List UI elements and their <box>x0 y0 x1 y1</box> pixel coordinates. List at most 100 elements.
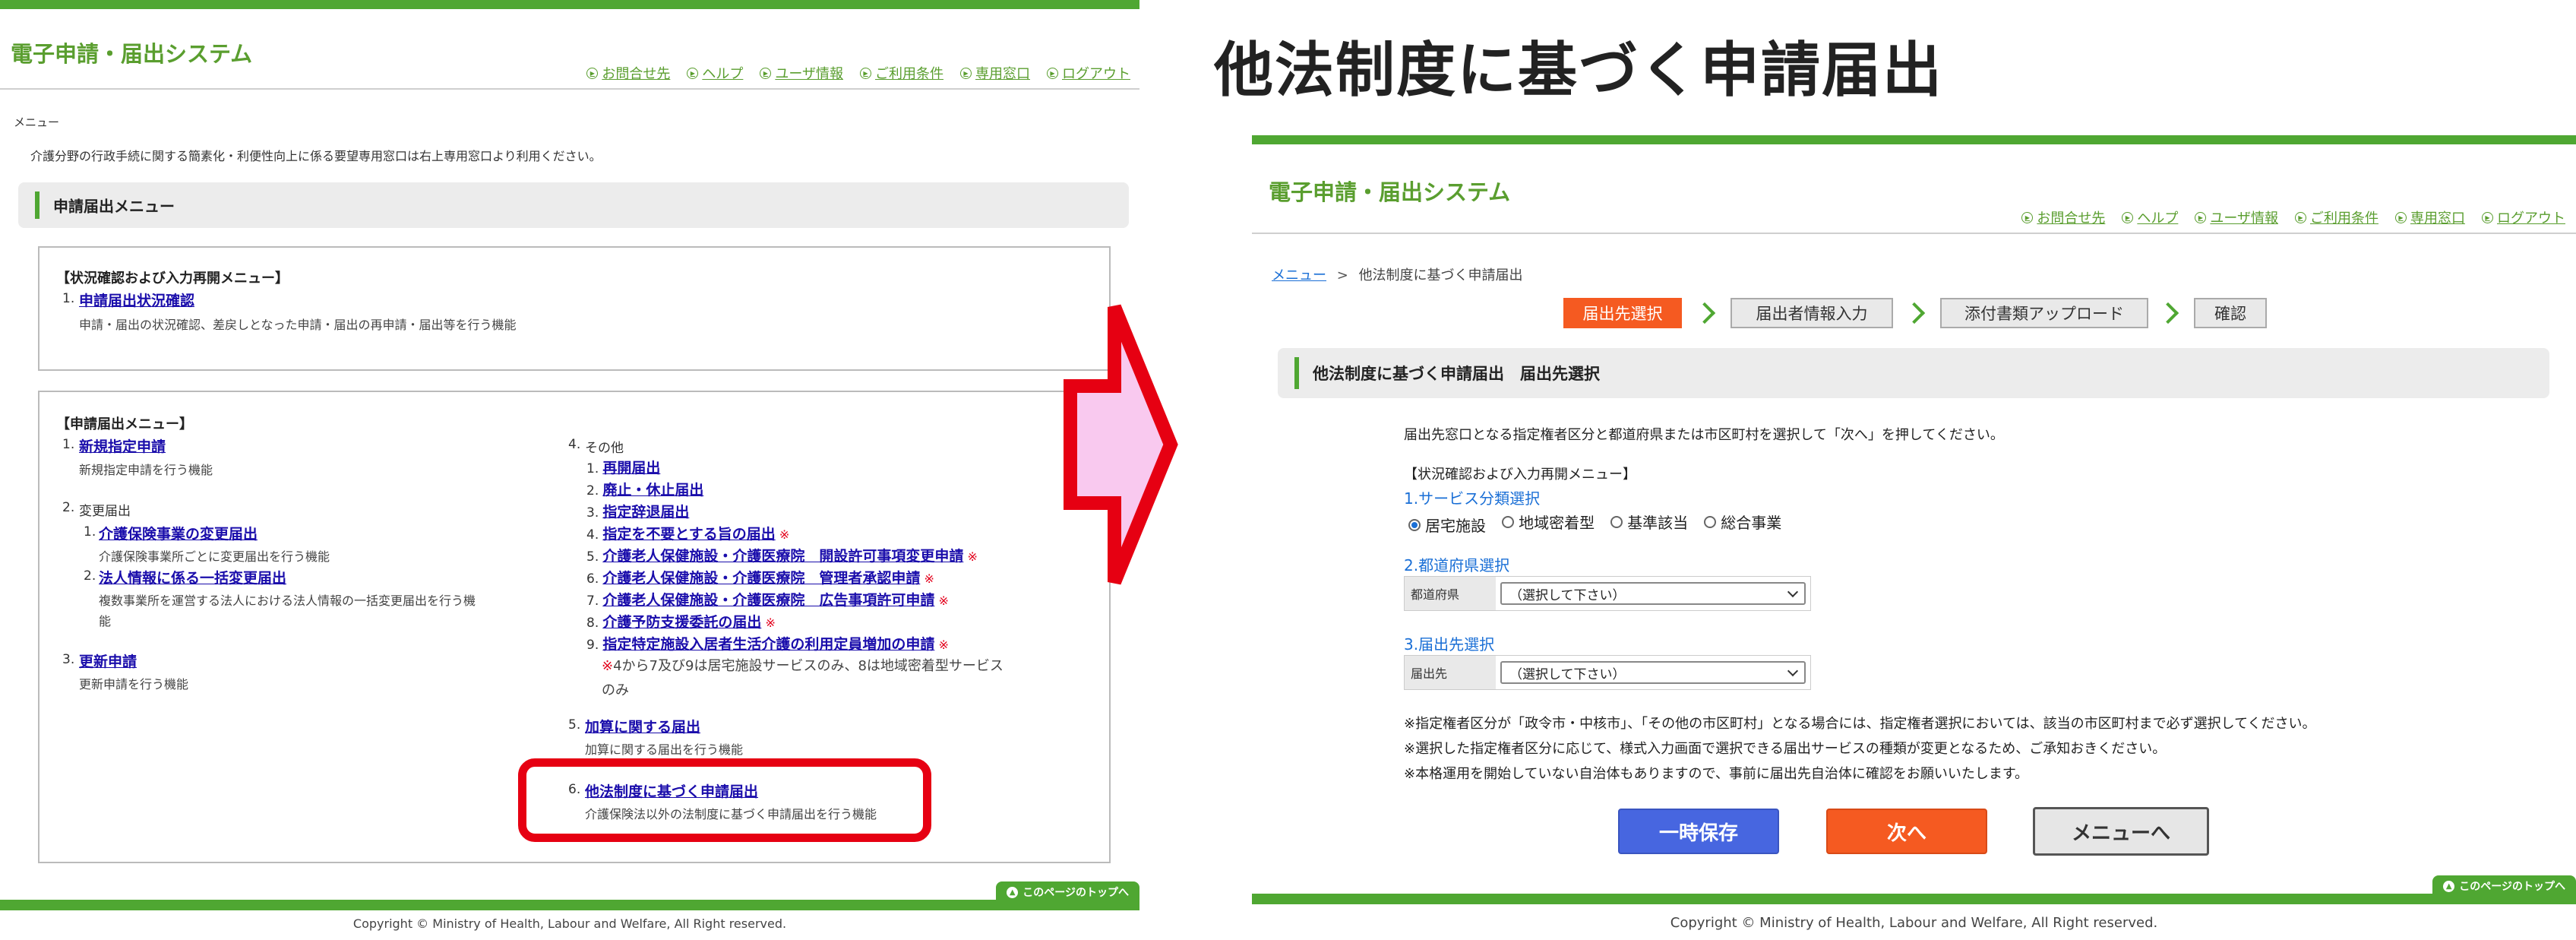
other-item: 8. 介護予防支援委託の届出 ※ <box>586 614 776 631</box>
temporary-save-button[interactable]: 一時保存 <box>1618 809 1779 854</box>
arrow-circle-icon: ▶ <box>687 67 699 79</box>
link-manager-approval[interactable]: 介護老人保健施設・介護医療院 管理者承認申請 <box>602 570 920 587</box>
link-renewal[interactable]: 更新申請 <box>79 650 137 671</box>
other-item: 7. 介護老人保健施設・介護医療院 広告事項許可申請 ※ <box>586 592 949 609</box>
link-capacity-increase[interactable]: 指定特定施設入居者生活介護の利用定員増加の申請 <box>602 636 934 653</box>
notice-text: 介護分野の行政手続に関する簡素化・利便性向上に係る要望専用窓口は右上専用窓口より… <box>30 149 602 163</box>
other-item: 2. 廃止・休止届出 <box>586 482 704 498</box>
prefecture-row: 都道府県 （選択して下さい） <box>1404 576 1811 611</box>
arrow-circle-icon: ▶ <box>2195 211 2207 223</box>
top-green-bar <box>0 0 1139 9</box>
step-attachment-upload: 添付書類アップロード <box>1940 298 2148 328</box>
top-link-dedicated-window[interactable]: ▶ 専用窓口 <box>2395 207 2465 227</box>
up-arrow-icon: ▲ <box>2443 880 2455 892</box>
footer-bar <box>0 900 1139 910</box>
top-link-help[interactable]: ▶ ヘルプ <box>687 63 743 83</box>
left-screen: 電子申請・届出システム ▶ お問合せ先 ▶ ヘルプ ▶ ユーザ情報 ▶ ご利用条件 ▶ 専… <box>0 0 1139 940</box>
step-destination-select: 届出先選択 <box>1563 298 1682 328</box>
system-title: 電子申請・届出システム <box>1269 179 1511 205</box>
service-category-label: 1.サービス分類選択 <box>1404 489 1541 508</box>
header-divider <box>0 88 1139 90</box>
radio-community-based[interactable]: 地域密着型 <box>1502 511 1595 533</box>
link-bulk-corporate-change[interactable]: 法人情報に係る一括変更届出 <box>99 567 286 587</box>
service-category-radios: 居宅施設 地域密着型 基準該当 総合事業 <box>1408 511 1794 536</box>
arrow-circle-icon: ▶ <box>586 67 599 79</box>
top-link-logout[interactable]: ▶ ログアウト <box>2482 207 2565 227</box>
link-change-notification[interactable]: 介護保険事業の変更届出 <box>99 523 258 543</box>
status-menu-box: 【状況確認および入力再開メニュー】 1. 申請届出状況確認 申請・届出の状況確認… <box>38 246 1111 371</box>
status-item-desc: 申請・届出の状況確認、差戻しとなった申請・届出の再申請・届出等を行う機能 <box>79 318 517 332</box>
top-link-dedicated-window[interactable]: ▶ 専用窓口 <box>960 63 1030 83</box>
prefecture-field-label: 都道府県 <box>1405 577 1496 610</box>
top-links: ▶ お問合せ先 ▶ ヘルプ ▶ ユーザ情報 ▶ ご利用条件 ▶ 専用窓口 ▶ ログアウト <box>586 63 1130 83</box>
arrow-circle-icon: ▶ <box>2122 211 2134 223</box>
arrow-circle-icon: ▶ <box>2482 211 2493 223</box>
other-item: 4. 指定を不要とする旨の届出 ※ <box>586 526 790 543</box>
other-note: ※4から7及び9は居宅施設サービスのみ、8は地域密着型サービス <box>602 658 1004 674</box>
status-box-heading: 【状況確認および入力再開メニュー】 <box>56 271 289 286</box>
status-heading: 【状況確認および入力再開メニュー】 <box>1404 467 1636 483</box>
arrow-circle-icon: ▶ <box>760 67 772 79</box>
radio-comprehensive-project[interactable]: 総合事業 <box>1704 511 1781 533</box>
top-link-terms[interactable]: ▶ ご利用条件 <box>2295 207 2378 227</box>
destination-select[interactable]: （選択して下さい） <box>1500 661 1806 684</box>
link-resume[interactable]: 再開届出 <box>602 460 660 476</box>
transition-arrow-icon <box>1064 304 1178 585</box>
other-heading: その他 <box>585 441 624 456</box>
breadcrumb-menu-link[interactable]: メニュー <box>1272 267 1326 283</box>
up-arrow-icon: ▲ <box>1007 886 1019 898</box>
radio-standard-applicable[interactable]: 基準該当 <box>1610 511 1688 533</box>
notes: ※指定権者区分が「政令市・中核市」、「その他の市区町村」となる場合には、指定権者… <box>1404 711 2316 786</box>
other-item: 6. 介護老人保健施設・介護医療院 管理者承認申請 ※ <box>586 570 934 587</box>
section-title-bar: 申請届出メニュー <box>18 182 1129 228</box>
top-link-contact[interactable]: ▶ お問合せ先 <box>586 63 670 83</box>
destination-label: 3.届出先選択 <box>1404 635 1495 654</box>
note-line: ※選択した指定権者区分に応じて、様式入力画面で選択できる届出サービスの種類が変更… <box>1404 741 2167 757</box>
top-links: ▶ お問合せ先 ▶ ヘルプ ▶ ユーザ情報 ▶ ご利用条件 ▶ 専用窓口 ▶ ログアウト <box>2021 207 2565 227</box>
link-application-status[interactable]: 申請届出状況確認 <box>79 290 194 310</box>
top-link-terms[interactable]: ▶ ご利用条件 <box>860 63 943 83</box>
link-facility-change[interactable]: 介護老人保健施設・介護医療院 開設許可事項変更申請 <box>602 548 963 565</box>
other-list: 1. 再開届出 2. 廃止・休止届出 3. 指定辞退届出 4. 指定を不要とする… <box>586 457 1004 699</box>
prefecture-select[interactable]: （選択して下さい） <box>1500 582 1806 605</box>
chevron-down-icon <box>1787 665 1799 676</box>
link-decline-designation[interactable]: 指定辞退届出 <box>602 504 689 521</box>
back-to-menu-button[interactable]: メニューへ <box>2033 807 2209 856</box>
link-addition-notification[interactable]: 加算に関する届出 <box>585 716 700 736</box>
link-no-designation-needed[interactable]: 指定を不要とする旨の届出 <box>602 526 775 543</box>
note-line: ※指定権者区分が「政令市・中核市」、「その他の市区町村」となる場合には、指定権者… <box>1404 716 2316 732</box>
step-applicant-info: 届出者情報入力 <box>1731 298 1893 328</box>
section-title: 申請届出メニュー <box>53 197 175 216</box>
arrow-circle-icon: ▶ <box>860 67 871 79</box>
highlight-frame <box>518 758 931 842</box>
section-title-bar: 他法制度に基づく申請届出 届出先選択 <box>1278 348 2549 398</box>
top-link-user-info[interactable]: ▶ ユーザ情報 <box>2195 207 2278 227</box>
link-advertisement-permit[interactable]: 介護老人保健施設・介護医療院 広告事項許可申請 <box>602 592 934 609</box>
right-screen: 電子申請・届出システム ▶ お問合せ先 ▶ ヘルプ ▶ ユーザ情報 ▶ ご利用条件 ▶ 専… <box>1252 135 2576 940</box>
menu-label: メニュー <box>14 116 60 129</box>
other-item: 3. 指定辞退届出 <box>586 504 690 521</box>
chevron-right-icon <box>1693 302 1716 324</box>
link-abolish-suspend[interactable]: 廃止・休止届出 <box>602 482 703 498</box>
link-preventive-support[interactable]: 介護予防支援委託の届出 <box>602 614 761 631</box>
top-link-help[interactable]: ▶ ヘルプ <box>2122 207 2178 227</box>
radio-home-facility[interactable]: 居宅施設 <box>1408 514 1486 536</box>
page-big-title: 他法制度に基づく申請届出 <box>1214 36 1944 105</box>
arrow-circle-icon: ▶ <box>960 67 972 79</box>
breadcrumb: メニュー > 他法制度に基づく申請届出 <box>1272 267 1523 283</box>
note-line: ※本格運用を開始していない自治体もありますので、事前に届出先自治体に確認をお願い… <box>1404 766 2029 782</box>
next-button[interactable]: 次へ <box>1826 809 1987 854</box>
section-title: 他法制度に基づく申請届出 届出先選択 <box>1313 365 1600 383</box>
top-link-contact[interactable]: ▶ お問合せ先 <box>2021 207 2105 227</box>
top-link-user-info[interactable]: ▶ ユーザ情報 <box>760 63 843 83</box>
application-box-heading: 【申請届出メニュー】 <box>56 416 193 432</box>
top-green-bar <box>1252 135 2576 144</box>
arrow-circle-icon: ▶ <box>2021 211 2034 223</box>
chevron-down-icon <box>1787 586 1799 597</box>
copyright: Copyright © Ministry of Health, Labour a… <box>1670 915 2158 931</box>
link-new-designation[interactable]: 新規指定申請 <box>79 435 166 456</box>
chevron-right-icon <box>1903 302 1926 324</box>
top-link-logout[interactable]: ▶ ログアウト <box>1047 63 1130 83</box>
breadcrumb-current: 他法制度に基づく申請届出 <box>1358 267 1523 283</box>
instruction-text: 届出先窓口となる指定権者区分と都道府県または市区町村を選択して「次へ」を押してく… <box>1404 427 2004 443</box>
